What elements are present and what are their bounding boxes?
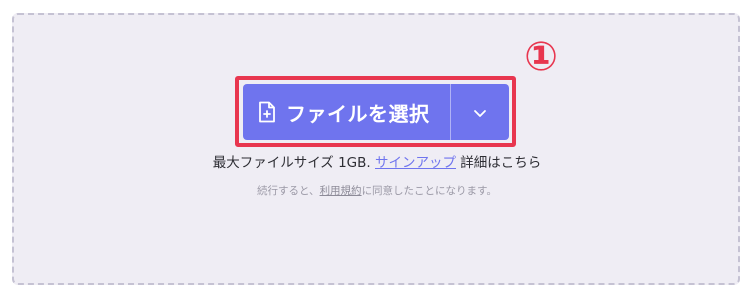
file-size-info: 最大ファイルサイズ 1GB. サインアップ 詳細はこちら xyxy=(0,151,754,171)
terms-suffix: に同意したことになります。 xyxy=(361,185,498,197)
terms-notice: 続行すると、利用規約に同意したことになります。 xyxy=(0,183,754,198)
select-file-button[interactable]: ファイルを選択 xyxy=(243,84,450,140)
file-plus-icon xyxy=(257,101,277,123)
terms-link[interactable]: 利用規約 xyxy=(320,185,362,197)
file-drop-zone[interactable] xyxy=(12,13,740,285)
details-text: 詳細はこちら xyxy=(460,155,542,171)
select-file-split-button: ファイルを選択 xyxy=(243,84,509,140)
chevron-down-icon xyxy=(473,103,487,122)
max-size-text: 最大ファイルサイズ 1GB. xyxy=(212,155,371,171)
signup-link[interactable]: サインアップ xyxy=(375,155,456,171)
select-file-label: ファイルを選択 xyxy=(286,101,430,126)
upload-source-dropdown-button[interactable] xyxy=(451,84,509,140)
terms-prefix: 続行すると、 xyxy=(256,185,320,197)
step-marker: ① xyxy=(524,34,558,80)
